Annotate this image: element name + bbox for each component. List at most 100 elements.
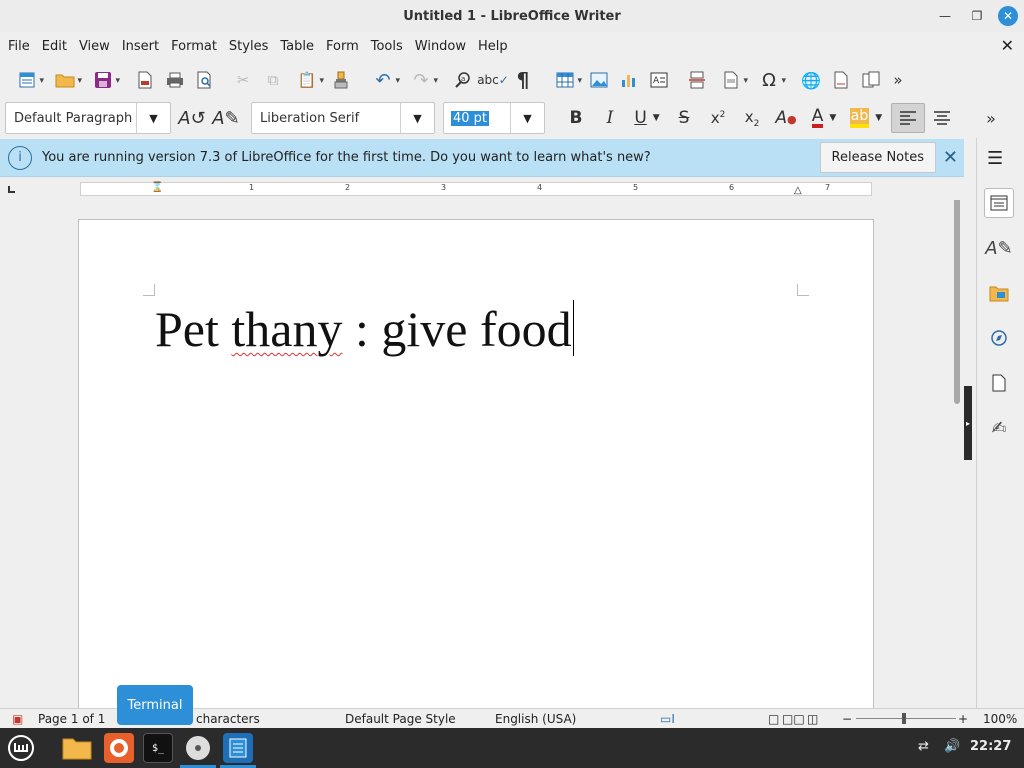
close-infobar-icon[interactable]: ✕ (943, 147, 958, 168)
right-indent-icon[interactable]: △ (794, 185, 802, 196)
font-name-combo[interactable]: Liberation Serif ▼ (251, 102, 435, 134)
insert-field-icon[interactable] (712, 65, 750, 95)
sidebar-menu-icon[interactable]: ☰ (987, 148, 1003, 169)
insert-textbox-icon[interactable]: A (644, 65, 674, 95)
network-icon[interactable]: ⇄ (918, 739, 929, 754)
insert-image-icon[interactable] (584, 65, 614, 95)
maximize-icon[interactable]: ❐ (966, 5, 988, 27)
menu-help[interactable]: Help (472, 39, 514, 54)
hyperlink-icon[interactable]: 🌐 (796, 65, 826, 95)
footnote-icon[interactable] (826, 65, 856, 95)
bold-icon[interactable]: B (559, 103, 593, 133)
paragraph-style-dropdown-icon[interactable]: ▼ (136, 103, 170, 133)
print-preview-icon[interactable] (190, 65, 220, 95)
highlight-color-icon[interactable]: ab ▼ (845, 103, 887, 133)
more-toolbar-icon[interactable]: » (886, 65, 910, 95)
paragraph-style-combo[interactable]: Default Paragraph ▼ (5, 102, 171, 134)
menu-edit[interactable]: Edit (36, 39, 73, 54)
tab-stop-icon[interactable] (8, 186, 15, 193)
zoom-level[interactable]: 100% (983, 712, 1017, 726)
document-text[interactable]: Pet thany : give food (155, 300, 574, 358)
font-name-dropdown-icon[interactable]: ▼ (400, 103, 434, 133)
formatting-marks-icon[interactable]: ¶ (508, 65, 538, 95)
font-color-icon[interactable]: A ▼ (803, 103, 845, 133)
files-icon[interactable] (62, 733, 92, 763)
word-count[interactable]: characters (196, 712, 260, 726)
zoom-slider[interactable] (856, 718, 956, 719)
styles-icon[interactable]: A✎ (984, 233, 1014, 263)
zoom-out-icon[interactable]: − (842, 712, 852, 726)
align-center-icon[interactable] (925, 103, 959, 133)
clone-formatting-icon[interactable] (326, 65, 356, 95)
special-character-icon[interactable]: Ω (750, 65, 788, 95)
find-replace-icon[interactable]: a (448, 65, 478, 95)
language[interactable]: English (USA) (495, 712, 576, 726)
undo-icon[interactable]: ↶ (364, 65, 402, 95)
spelling-icon[interactable]: abc✓ (477, 65, 509, 95)
gallery-icon[interactable] (984, 278, 1014, 308)
single-page-view-icon[interactable]: □ (768, 712, 779, 726)
page-icon[interactable] (984, 368, 1014, 398)
book-view-icon[interactable]: ◫ (807, 712, 818, 726)
manage-changes-icon[interactable]: ✍ (984, 413, 1014, 443)
misspelled-word[interactable]: thany (231, 301, 342, 357)
volume-icon[interactable]: 🔊 (944, 739, 960, 754)
zoom-slider-handle[interactable] (902, 713, 906, 724)
insert-chart-icon[interactable] (614, 65, 644, 95)
new-style-icon[interactable]: A✎ (209, 103, 243, 133)
menu-window[interactable]: Window (409, 39, 472, 54)
terminal-icon[interactable]: $_ (143, 733, 173, 763)
minimize-icon[interactable]: — (934, 5, 956, 27)
close-document-icon[interactable]: ✕ (1001, 36, 1014, 55)
font-size-combo[interactable]: 40 pt ▼ (443, 102, 545, 134)
menu-form[interactable]: Form (320, 39, 365, 54)
menu-tools[interactable]: Tools (365, 39, 409, 54)
update-style-icon[interactable]: A↺ (175, 103, 209, 133)
page-count[interactable]: Page 1 of 1 (38, 712, 105, 726)
copy-icon[interactable]: ⧉ (258, 65, 288, 95)
menu-view[interactable]: View (73, 39, 116, 54)
more-formatting-icon[interactable]: » (979, 103, 1003, 133)
open-folder-icon[interactable] (46, 65, 84, 95)
redo-icon[interactable]: ↷ (402, 65, 440, 95)
sidebar-toggle-icon[interactable]: ▸ (964, 386, 972, 460)
document-modified-icon[interactable]: ▣ (12, 712, 23, 726)
close-window-icon[interactable]: ✕ (998, 6, 1018, 26)
export-pdf-icon[interactable] (130, 65, 160, 95)
mint-menu-icon[interactable] (6, 733, 36, 763)
save-icon[interactable] (84, 65, 122, 95)
properties-icon[interactable] (984, 188, 1014, 218)
insert-page-break-icon[interactable] (682, 65, 712, 95)
clear-formatting-icon[interactable]: A● (769, 103, 803, 133)
zoom-in-icon[interactable]: + (958, 712, 968, 726)
menu-file[interactable]: File (2, 39, 36, 54)
menu-insert[interactable]: Insert (116, 39, 165, 54)
navigator-icon[interactable] (984, 323, 1014, 353)
print-icon[interactable] (160, 65, 190, 95)
underline-icon[interactable]: U ▼ (627, 103, 667, 133)
clock[interactable]: 22:27 (970, 739, 1011, 754)
superscript-icon[interactable]: x2 (701, 103, 735, 133)
selection-mode-icon[interactable]: ▭I (660, 712, 675, 726)
horizontal-ruler[interactable]: 1 2 3 4 5 6 7 ⌛ △ (80, 182, 872, 196)
new-document-icon[interactable] (8, 65, 46, 95)
comment-icon[interactable] (856, 65, 886, 95)
subscript-icon[interactable]: x2 (735, 103, 769, 133)
font-size-dropdown-icon[interactable]: ▼ (510, 103, 544, 133)
strikethrough-icon[interactable]: S (667, 103, 701, 133)
multi-page-view-icon[interactable]: □□ (782, 712, 805, 726)
menu-format[interactable]: Format (165, 39, 223, 54)
cut-icon[interactable]: ✂ (228, 65, 258, 95)
writer-icon[interactable] (223, 733, 253, 763)
document-page[interactable]: Pet thany : give food (78, 219, 874, 708)
page-style[interactable]: Default Page Style (345, 712, 456, 726)
italic-icon[interactable]: I (593, 103, 627, 133)
insert-table-icon[interactable] (546, 65, 584, 95)
firefox-icon[interactable] (104, 733, 134, 763)
vertical-scrollbar[interactable] (954, 200, 960, 404)
menu-styles[interactable]: Styles (223, 39, 274, 54)
paste-icon[interactable]: 📋 (288, 65, 326, 95)
release-notes-button[interactable]: Release Notes (819, 142, 936, 173)
disc-icon[interactable] (183, 733, 213, 763)
left-indent-icon[interactable]: ⌛ (151, 182, 163, 193)
